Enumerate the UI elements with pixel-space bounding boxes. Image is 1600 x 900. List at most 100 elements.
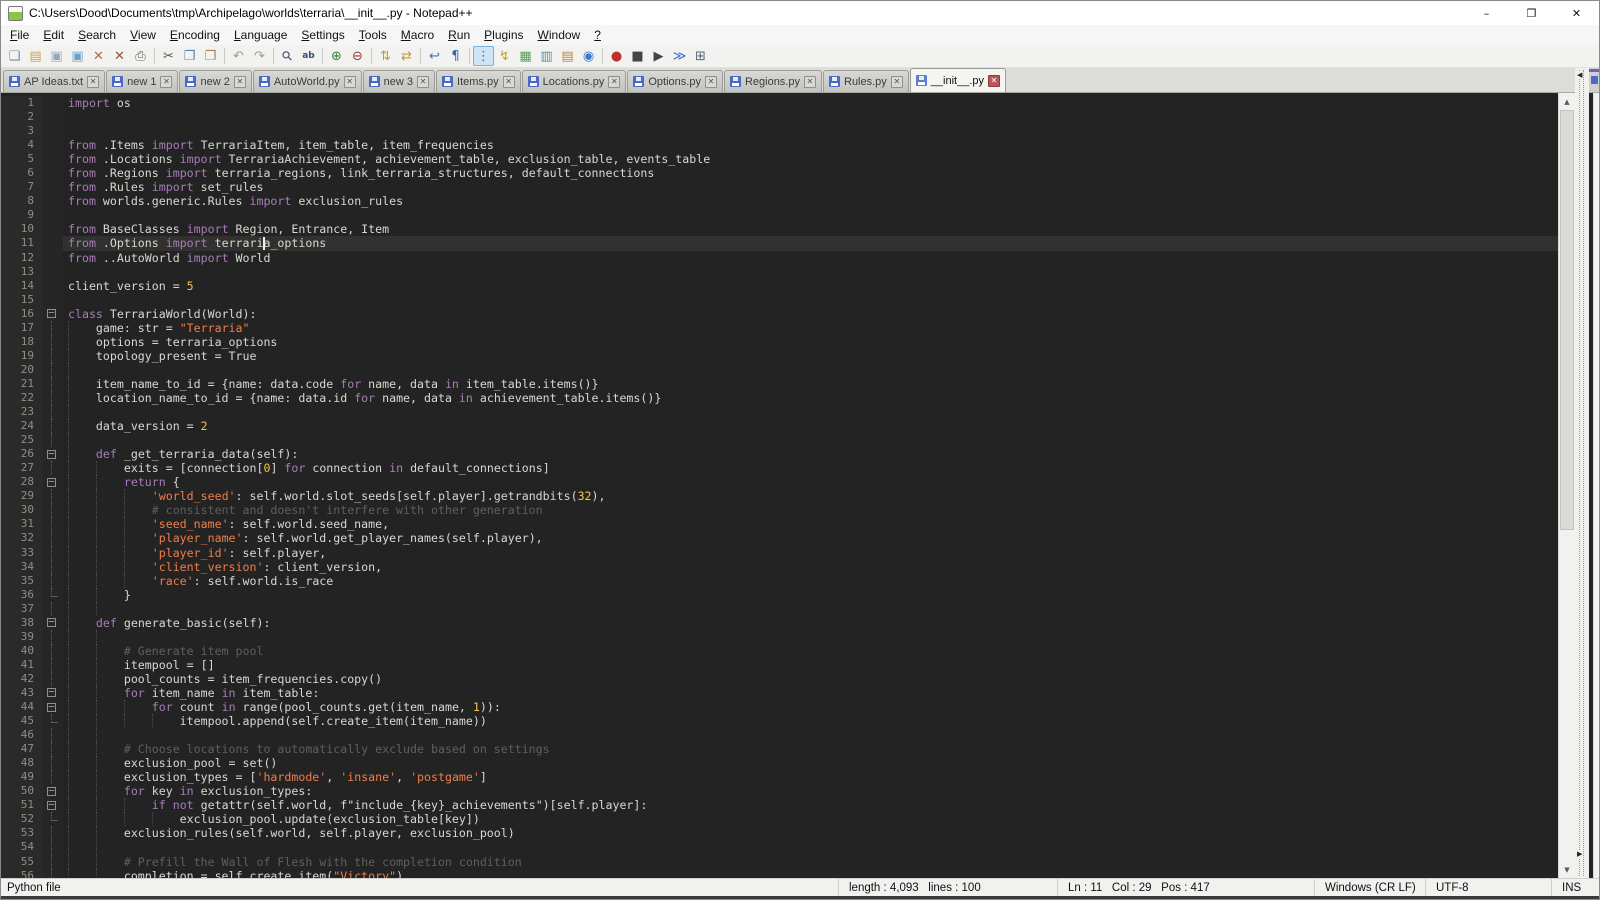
scroll-down-icon[interactable]: ▼ [1559,861,1575,878]
line-number[interactable]: 1 [1,96,43,110]
fold-margin[interactable] [43,152,63,166]
code-text[interactable]: exclusion_pool = set() [63,756,1558,770]
fold-margin[interactable]: – [43,616,63,630]
code-line[interactable]: 13 [1,265,1558,279]
fold-margin[interactable] [43,546,63,560]
menu-item-tools[interactable]: Tools [352,26,394,44]
show-indent-guide-button[interactable]: ⋮ [473,46,494,66]
line-number[interactable]: 15 [1,293,43,307]
sync-scroll-vertical-button[interactable]: ⇅ [375,46,396,66]
undo-button[interactable]: ↶ [228,46,249,66]
copy-button[interactable]: ❐ [179,46,200,66]
code-line[interactable]: 45 itempool.append(self.create_item(item… [1,714,1558,728]
line-number[interactable]: 47 [1,742,43,756]
code-text[interactable]: location_name_to_id = {name: data.id for… [63,391,1558,405]
fold-margin[interactable] [43,363,63,377]
line-number[interactable]: 33 [1,546,43,560]
code-line[interactable]: 19 topology_present = True [1,349,1558,363]
code-line[interactable]: 53 exclusion_rules(self.world, self.play… [1,826,1558,840]
line-number[interactable]: 19 [1,349,43,363]
line-number[interactable]: 10 [1,222,43,236]
zoom-out-button[interactable]: ⊖ [347,46,368,66]
line-number[interactable]: 31 [1,517,43,531]
fold-margin[interactable] [43,658,63,672]
code-text[interactable]: } [63,588,1558,602]
line-number[interactable]: 43 [1,686,43,700]
code-text[interactable]: return { [63,475,1558,489]
code-line[interactable]: 38– def generate_basic(self): [1,616,1558,630]
code-text[interactable]: # Prefill the Wall of Flesh with the com… [63,855,1558,869]
code-line[interactable]: 23 [1,405,1558,419]
menu-item-search[interactable]: Search [71,26,123,44]
tab-items-py[interactable]: Items.py✕ [436,70,521,92]
show-all-characters-button[interactable]: ¶ [445,46,466,66]
fold-collapse-icon[interactable]: – [47,703,56,712]
secondary-scrollbar[interactable] [1593,93,1599,878]
tab-close-icon[interactable]: ✕ [234,76,246,88]
line-number[interactable]: 9 [1,208,43,222]
fold-margin[interactable] [43,531,63,545]
code-text[interactable]: class TerrariaWorld(World): [63,307,1558,321]
fold-margin[interactable] [43,517,63,531]
code-text[interactable]: for item_name in item_table: [63,686,1558,700]
fold-margin[interactable] [43,630,63,644]
code-text[interactable]: itempool = [] [63,658,1558,672]
fold-margin[interactable] [43,503,63,517]
line-number[interactable]: 55 [1,855,43,869]
code-text[interactable]: 'race': self.world.is_race [63,574,1558,588]
tab--init-py[interactable]: __init__.py✕ [910,68,1006,92]
line-number[interactable]: 21 [1,377,43,391]
sync-scroll-horizontal-button[interactable]: ⇄ [396,46,417,66]
code-text[interactable]: from BaseClasses import Region, Entrance… [63,222,1558,236]
fold-margin[interactable] [43,180,63,194]
code-line[interactable]: 43– for item_name in item_table: [1,686,1558,700]
fold-collapse-icon[interactable]: – [47,688,56,697]
tab-autoworld-py[interactable]: AutoWorld.py✕ [253,70,362,92]
scroll-up-icon[interactable]: ▲ [1559,93,1575,110]
code-line[interactable]: 35 'race': self.world.is_race [1,574,1558,588]
fold-margin[interactable] [43,855,63,869]
code-line[interactable]: 37 [1,602,1558,616]
line-number[interactable]: 26 [1,447,43,461]
fold-margin[interactable] [43,756,63,770]
tab-close-icon[interactable]: ✕ [705,76,717,88]
menu-item-edit[interactable]: Edit [36,26,71,44]
vertical-scrollbar[interactable]: ▲ ▼ [1558,93,1575,878]
fold-margin[interactable]: – [43,700,63,714]
code-line[interactable]: 51– if not getattr(self.world, f"include… [1,798,1558,812]
redo-button[interactable]: ↷ [249,46,270,66]
find-button[interactable]: ⚲ [277,46,298,66]
print-button[interactable]: ⎙ [130,46,151,66]
code-text[interactable]: # consistent and doesn't interfere with … [63,503,1558,517]
code-text[interactable]: from ..AutoWorld import World [63,251,1558,265]
line-number[interactable]: 42 [1,672,43,686]
line-number[interactable]: 52 [1,812,43,826]
tab-rules-py[interactable]: Rules.py✕ [823,70,909,92]
tab-close-icon[interactable]: ✕ [988,75,1000,87]
code-text[interactable]: data_version = 2 [63,419,1558,433]
view-splitter[interactable]: ◀ ▶ [1575,68,1589,878]
code-text[interactable]: options = terraria_options [63,335,1558,349]
folder-as-workspace-button[interactable]: ▤ [557,46,578,66]
line-number[interactable]: 51 [1,798,43,812]
open-file-button[interactable]: ▤ [25,46,46,66]
menu-item-view[interactable]: View [123,26,163,44]
fold-collapse-icon[interactable]: – [47,450,56,459]
cut-button[interactable]: ✂ [158,46,179,66]
tab-new-1[interactable]: new 1✕ [106,70,178,92]
code-line[interactable]: 11from .Options import terraria_options [1,236,1558,250]
code-text[interactable] [63,124,1558,138]
tab-close-icon[interactable]: ✕ [160,76,172,88]
user-language-button[interactable]: ↯ [494,46,515,66]
fold-margin[interactable] [43,236,63,250]
scrollbar-track[interactable] [1559,110,1575,861]
close-all-button[interactable]: ✕ [109,46,130,66]
line-number[interactable]: 48 [1,756,43,770]
line-number[interactable]: 7 [1,180,43,194]
fold-margin[interactable] [43,377,63,391]
code-text[interactable]: exclusion_pool.update(exclusion_table[ke… [63,812,1558,826]
fold-margin[interactable] [43,279,63,293]
monitoring-button[interactable]: ◉ [578,46,599,66]
code-line[interactable]: 17 game: str = "Terraria" [1,321,1558,335]
save-all-button[interactable]: ▣ [67,46,88,66]
